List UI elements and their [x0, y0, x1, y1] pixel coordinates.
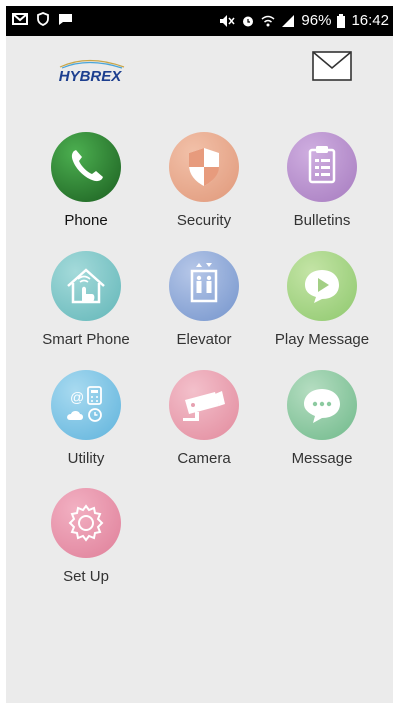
camera-icon — [169, 370, 239, 440]
chat-icon — [59, 13, 72, 25]
house-hand-icon — [51, 251, 121, 321]
app-camera[interactable]: Camera — [145, 370, 263, 488]
mail-icon — [12, 13, 28, 25]
signal-icon — [282, 15, 295, 27]
battery-percent: 96% — [301, 12, 332, 29]
status-time: 16:42 — [351, 12, 389, 29]
elevator-icon — [169, 251, 239, 321]
envelope-icon[interactable] — [311, 49, 353, 83]
app-security[interactable]: Security — [145, 132, 263, 250]
alarm-icon — [243, 16, 254, 27]
hybrex-logo: HYBREX — [59, 59, 125, 85]
status-bar: 96% 16:42 — [6, 6, 393, 36]
app-play-message[interactable]: Play Message — [263, 251, 381, 369]
device-screen: 96% 16:42 HYBREX Phone Security Bulletin… — [6, 6, 393, 703]
svg-text:@: @ — [70, 389, 84, 405]
play-message-icon — [287, 251, 357, 321]
battery-icon — [337, 14, 346, 28]
app-smart-phone[interactable]: Smart Phone — [27, 251, 145, 369]
utility-icon: @ — [51, 370, 121, 440]
status-right-icons: 96% 16:42 — [219, 12, 389, 30]
app-message[interactable]: Message — [263, 370, 381, 488]
app-phone[interactable]: Phone — [27, 132, 145, 250]
mute-icon — [220, 15, 235, 27]
app-utility[interactable]: @ Utility — [27, 370, 145, 488]
app-set-up[interactable]: Set Up — [27, 488, 145, 606]
app-elevator[interactable]: Elevator — [145, 251, 263, 369]
logo-text: HYBREX — [59, 68, 123, 85]
clipboard-icon — [287, 132, 357, 202]
app-label: Message — [291, 450, 353, 467]
app-label: Bulletins — [293, 212, 351, 229]
shield-icon — [37, 12, 49, 26]
shield-icon — [169, 132, 239, 202]
status-left-icons — [12, 12, 73, 26]
app-label: Set Up — [63, 568, 109, 585]
message-icon — [287, 370, 357, 440]
phone-icon — [51, 132, 121, 202]
app-bulletins[interactable]: Bulletins — [263, 132, 381, 250]
gear-icon — [51, 488, 121, 558]
wifi-icon — [261, 15, 275, 27]
app-label: Play Message — [274, 331, 370, 348]
